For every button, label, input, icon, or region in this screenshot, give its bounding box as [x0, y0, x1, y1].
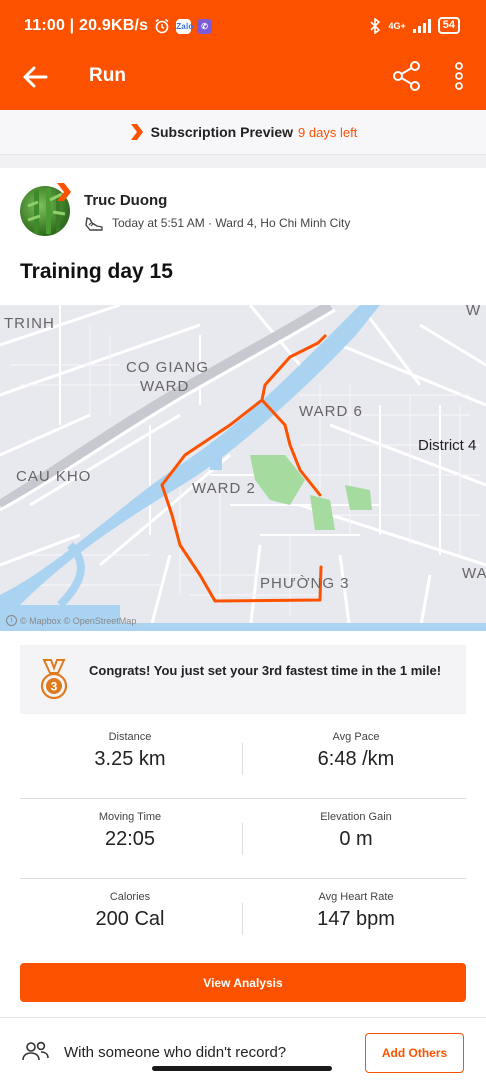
- stat-calories: Calories 200 Cal: [20, 891, 240, 931]
- activity-title: Training day 15: [20, 260, 173, 283]
- stat-divider: [242, 743, 243, 775]
- stat-value: 3.25 km: [94, 748, 166, 770]
- stat-moving-time: Moving Time 22:05: [20, 811, 240, 851]
- status-time: 11:00 | 20.9KB/s: [24, 17, 149, 34]
- map-label-wa: WA: [462, 565, 486, 582]
- subscription-banner[interactable]: Subscription Preview 9 days left: [0, 110, 486, 155]
- stat-value: 22:05: [104, 828, 156, 850]
- subscriber-badge-icon: [57, 183, 71, 201]
- activity-meta: Today at 5:51 AM · Ward 4, Ho Chi Minh C…: [112, 216, 351, 230]
- map-label-trinh: TRINH: [4, 315, 55, 332]
- section-divider: [0, 155, 486, 168]
- battery-icon: 54: [437, 17, 460, 34]
- map-label-w: W: [466, 305, 481, 319]
- map-canvas: TRINH CO GIANG WARD WARD 6 CAU KHO WARD …: [0, 305, 486, 631]
- info-icon[interactable]: i: [6, 615, 17, 626]
- map-label-ward: WARD: [140, 378, 189, 395]
- home-indicator[interactable]: [152, 1066, 332, 1071]
- bluetooth-icon: [370, 17, 381, 34]
- stat-label: Avg Pace: [332, 731, 380, 743]
- stat-avg-pace: Avg Pace 6:48 /km: [246, 731, 466, 771]
- share-icon[interactable]: [392, 60, 422, 92]
- stat-label: Moving Time: [98, 811, 162, 823]
- invite-text: With someone who didn't record?: [64, 1044, 287, 1061]
- stats-row-divider: [20, 798, 466, 799]
- subscription-title: Subscription Preview: [150, 124, 294, 140]
- section-divider: [0, 1017, 486, 1018]
- stat-label: Calories: [109, 891, 151, 903]
- page-title: Run: [89, 65, 126, 86]
- medal-rank: 3: [51, 680, 58, 694]
- map-label-cau-kho: CAU KHO: [16, 468, 91, 485]
- network-label: 4G+: [388, 20, 406, 31]
- stat-distance: Distance 3.25 km: [20, 731, 240, 771]
- signal-icon: [412, 18, 431, 33]
- stat-label: Avg Heart Rate: [318, 891, 394, 903]
- stat-value: 6:48 /km: [317, 748, 395, 770]
- athlete-name[interactable]: Truc Duong: [84, 192, 167, 209]
- stats-row-divider: [20, 878, 466, 879]
- map-label-ward-2: WARD 2: [192, 480, 256, 497]
- run-shoe-icon: [85, 217, 103, 231]
- people-icon: [22, 1041, 49, 1061]
- view-analysis-button[interactable]: View Analysis: [20, 963, 466, 1002]
- subscription-days-left: 9 days left: [298, 124, 358, 140]
- map-label-ward-6: WARD 6: [299, 403, 363, 420]
- stat-elevation-gain: Elevation Gain 0 m: [246, 811, 466, 851]
- app-bar: Run: [0, 42, 486, 110]
- alarm-icon: [155, 18, 169, 34]
- back-arrow-icon[interactable]: [20, 62, 50, 92]
- map-attribution[interactable]: i © Mapbox © OpenStreetMap: [6, 615, 136, 626]
- map-label-phuong-3: PHƯỜNG 3: [260, 575, 350, 592]
- zalo-icon: Zalo: [176, 18, 193, 34]
- medal-icon: 3: [40, 659, 68, 700]
- stat-avg-heart-rate: Avg Heart Rate 147 bpm: [246, 891, 466, 931]
- stat-value: 147 bpm: [317, 908, 395, 930]
- status-right: 4G+ 54: [369, 17, 460, 34]
- stat-label: Distance: [108, 731, 152, 743]
- route-map[interactable]: TRINH CO GIANG WARD WARD 6 CAU KHO WARD …: [0, 305, 486, 631]
- stat-label: Elevation Gain: [320, 811, 392, 823]
- stat-value: 200 Cal: [95, 908, 165, 930]
- add-others-button[interactable]: Add Others: [365, 1033, 464, 1073]
- strava-chevron-icon: [130, 124, 143, 140]
- achievement-card[interactable]: 3 Congrats! You just set your 3rd fastes…: [20, 645, 466, 714]
- status-bar: 11:00 | 20.9KB/s Zalo ✆ 4G+ 54: [0, 0, 486, 42]
- map-label-district-4: District 4: [418, 437, 476, 454]
- more-options-icon[interactable]: [448, 60, 470, 92]
- stat-divider: [242, 903, 243, 935]
- viber-icon: ✆: [197, 18, 213, 34]
- achievement-text: Congrats! You just set your 3rd fastest …: [89, 663, 442, 678]
- stat-value: 0 m: [339, 828, 373, 850]
- status-left: 11:00 | 20.9KB/s Zalo ✆: [24, 17, 213, 35]
- map-attribution-text: © Mapbox © OpenStreetMap: [20, 615, 137, 626]
- stat-divider: [242, 823, 243, 855]
- map-label-co-giang: CO GIANG: [126, 359, 209, 376]
